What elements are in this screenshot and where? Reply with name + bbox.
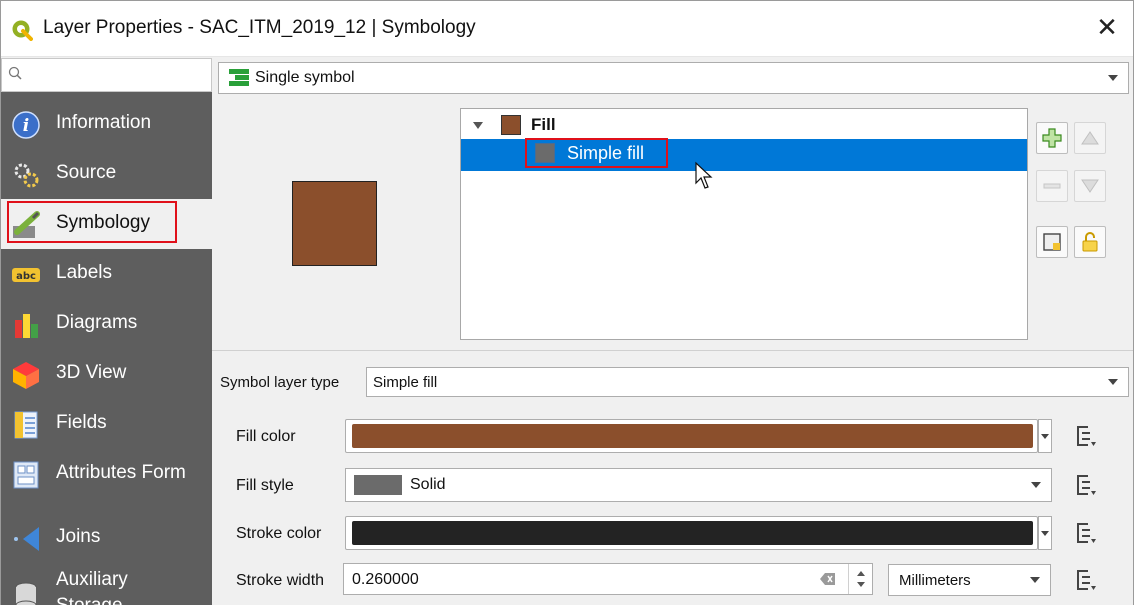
window-title: Layer Properties - SAC_ITM_2019_12 | Sym… [43, 17, 476, 38]
duplicate-symbol-layer-button[interactable] [1036, 226, 1068, 258]
fill-color-swatch [352, 424, 1033, 448]
title-bar: Layer Properties - SAC_ITM_2019_12 | Sym… [1, 1, 1133, 57]
simple-fill-swatch [535, 143, 555, 163]
svg-text:i: i [23, 116, 29, 136]
stroke-color-swatch [352, 521, 1033, 545]
clear-icon[interactable] [820, 572, 836, 586]
stroke-width-value: 0.260000 [352, 571, 419, 588]
sidebar-item-label: Joins [56, 526, 101, 547]
sidebar-item-label: Information [56, 112, 152, 133]
fill-color-button[interactable] [345, 419, 1038, 453]
move-down-button[interactable] [1074, 170, 1106, 202]
attributes-form-icon [13, 461, 39, 489]
spin-arrows-icon [857, 571, 865, 587]
sidebar-item-attributes-form[interactable]: Attributes Form [1, 449, 212, 499]
divider [212, 350, 1133, 351]
sidebar-item-label: 3D View [56, 362, 127, 383]
svg-text:abc: abc [16, 271, 36, 282]
stroke-unit-select[interactable]: Millimeters [888, 564, 1051, 596]
fill-style-value: Solid [410, 476, 446, 493]
tree-item-fill[interactable]: Fill [531, 115, 556, 135]
fill-color-label: Fill color [236, 428, 296, 445]
symbol-layer-type-select[interactable]: Simple fill [366, 367, 1129, 397]
data-defined-override-icon[interactable] [1070, 471, 1098, 499]
3d-view-icon [13, 362, 39, 389]
symbology-panel: Single symbol Fill Simple fill Symbol la… [212, 58, 1133, 605]
joins-icon [14, 527, 39, 551]
fill-style-label: Fill style [236, 477, 294, 494]
chevron-down-icon [1108, 75, 1118, 81]
sidebar-item-labels[interactable]: abc Labels [1, 249, 212, 299]
sidebar-item-label: Labels [56, 262, 112, 283]
add-symbol-layer-button[interactable] [1036, 122, 1068, 154]
renderer-value: Single symbol [255, 69, 355, 86]
remove-icon [1043, 183, 1061, 189]
remove-symbol-layer-button[interactable] [1036, 170, 1068, 202]
fill-swatch [501, 115, 521, 135]
chevron-down-icon [1030, 577, 1040, 583]
duplicate-icon [1043, 233, 1061, 251]
sidebar-item-information[interactable]: i Information [1, 99, 212, 149]
chevron-down-icon [1108, 379, 1118, 385]
symbology-icon [13, 211, 40, 238]
sidebar-item-label: Symbology [56, 212, 150, 233]
symbol-preview [292, 181, 377, 266]
sidebar-item-fields[interactable]: Fields [1, 399, 212, 449]
sidebar-item-3d-view[interactable]: 3D View [1, 349, 212, 399]
fill-color-dropdown[interactable] [1038, 419, 1052, 453]
data-defined-override-icon[interactable] [1070, 519, 1098, 547]
symbol-layer-tree: Fill Simple fill [460, 108, 1028, 340]
sidebar-item-joins[interactable]: Joins [1, 513, 212, 563]
sidebar-item-label: Diagrams [56, 312, 138, 333]
fill-style-select[interactable]: Solid [345, 468, 1052, 502]
symbol-layer-type-label: Symbol layer type [220, 374, 340, 391]
lock-icon [1082, 232, 1098, 252]
mouse-cursor-icon [695, 161, 713, 189]
sidebar: i Information Source Symbology abc Label… [1, 58, 212, 605]
sidebar-item-label: Attributes Form [56, 462, 186, 483]
layer-properties-dialog: Layer Properties - SAC_ITM_2019_12 | Sym… [0, 0, 1134, 605]
add-icon [1042, 128, 1062, 148]
sidebar-item-source[interactable]: Source [1, 149, 212, 199]
arrow-up-icon [1081, 131, 1099, 145]
close-button[interactable]: ✕ [1093, 13, 1121, 41]
stroke-color-button[interactable] [345, 516, 1038, 550]
sidebar-search-input[interactable] [1, 58, 212, 92]
expand-arrow-icon[interactable] [473, 122, 483, 129]
fields-icon [14, 411, 38, 439]
diagrams-icon [15, 314, 38, 338]
sidebar-item-label: Fields [56, 412, 107, 433]
stroke-color-label: Stroke color [236, 525, 322, 542]
arrow-down-icon [1081, 179, 1099, 193]
auxiliary-storage-icon [15, 582, 37, 605]
symbol-layer-type-value: Simple fill [373, 374, 438, 391]
information-icon: i [12, 111, 40, 139]
chevron-down-icon [1041, 434, 1049, 439]
stroke-color-dropdown[interactable] [1038, 516, 1052, 550]
qgis-logo-icon [12, 20, 33, 41]
source-icon [14, 163, 39, 188]
lock-layer-button[interactable] [1074, 226, 1106, 258]
sidebar-item-symbology[interactable]: Symbology [1, 199, 212, 249]
move-up-button[interactable] [1074, 122, 1106, 154]
stroke-width-spinner[interactable] [848, 564, 872, 594]
stroke-width-label: Stroke width [236, 572, 325, 589]
stroke-width-input[interactable]: 0.260000 [343, 563, 873, 595]
data-defined-override-icon[interactable] [1070, 566, 1098, 594]
sidebar-item-label: Source [56, 162, 117, 183]
tree-item-simple-fill[interactable]: Simple fill [567, 143, 644, 164]
sidebar-item-label: Auxiliary Storage [56, 569, 128, 605]
stroke-unit-value: Millimeters [899, 572, 971, 589]
chevron-down-icon [1041, 531, 1049, 536]
sidebar-item-auxiliary-storage[interactable]: Auxiliary Storage [1, 563, 212, 605]
labels-icon: abc [12, 268, 40, 282]
sidebar-item-diagrams[interactable]: Diagrams [1, 299, 212, 349]
fill-style-swatch [354, 475, 402, 495]
renderer-select[interactable]: Single symbol [218, 62, 1129, 94]
single-symbol-icon [229, 69, 249, 86]
search-icon [8, 66, 22, 80]
chevron-down-icon [1031, 482, 1041, 488]
data-defined-override-icon[interactable] [1070, 422, 1098, 450]
